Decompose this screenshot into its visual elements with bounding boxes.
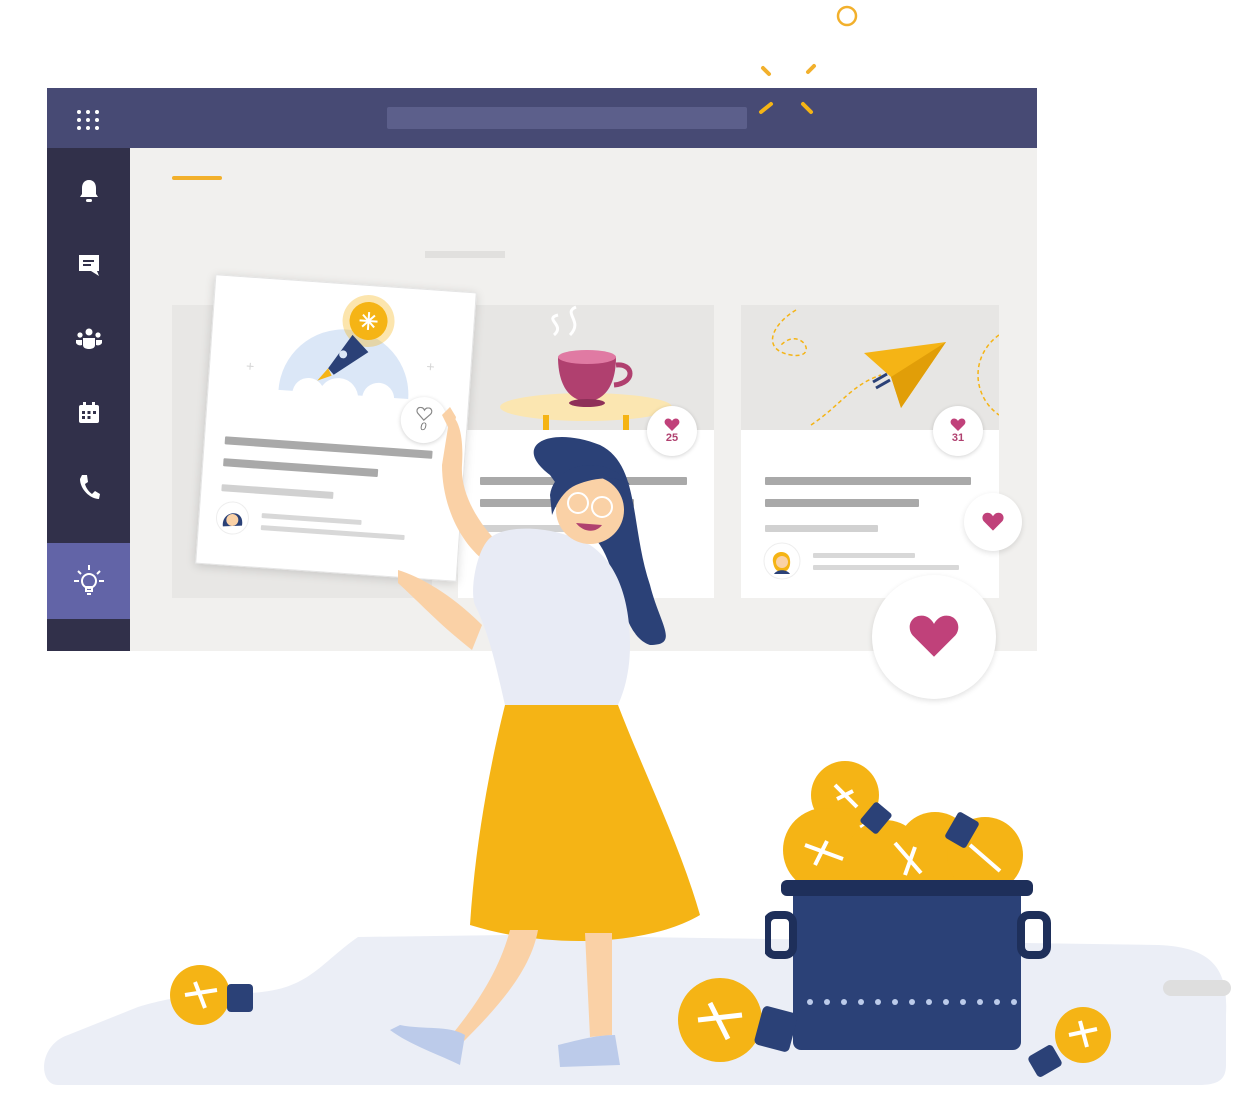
woman-illustration — [390, 407, 700, 1067]
heart-icon — [982, 512, 1004, 531]
card-text-line — [765, 525, 878, 532]
card-author-line — [813, 565, 959, 570]
sparkle-decoration: + — [245, 357, 255, 375]
card-title-line — [223, 458, 379, 478]
chat-icon — [78, 255, 99, 276]
floating-pill — [1163, 980, 1231, 996]
rail-item-teams[interactable] — [47, 301, 130, 377]
idea-pot-illustration — [765, 761, 1051, 1050]
search-bar[interactable] — [387, 107, 747, 129]
teams-icon — [75, 328, 102, 349]
like-count: 31 — [951, 432, 965, 444]
rail-item-chat[interactable] — [47, 227, 130, 303]
rail-item-activity[interactable] — [47, 153, 130, 229]
rocket-icon — [278, 295, 409, 419]
rail-item-calendar[interactable] — [47, 375, 130, 451]
avatar — [763, 542, 801, 580]
card-text-line — [221, 484, 334, 499]
phone-icon — [79, 475, 100, 499]
rail-item-calls[interactable] — [47, 449, 130, 525]
sparkle-decoration — [759, 102, 813, 114]
like-badge[interactable]: 31 — [933, 406, 983, 456]
calendar-icon — [78, 402, 99, 423]
card-author-line — [261, 513, 362, 526]
title-bar — [47, 88, 1037, 148]
active-tab-indicator — [172, 176, 222, 180]
section-heading-placeholder — [425, 251, 505, 258]
lightbulb-icon — [73, 565, 104, 595]
app-rail — [47, 148, 130, 651]
avatar — [215, 501, 249, 535]
lightbulb-illustration — [1028, 1007, 1111, 1077]
lightbulb-illustration — [678, 978, 798, 1062]
card-author-line — [813, 553, 915, 558]
floating-heart — [964, 493, 1022, 551]
app-launcher-icon[interactable] — [75, 108, 101, 132]
heart-icon — [950, 418, 966, 431]
heart-icon — [909, 615, 959, 657]
card-title-line — [765, 499, 919, 507]
floating-heart — [872, 575, 996, 699]
sparkle-decoration: + — [425, 358, 436, 375]
bell-icon — [79, 180, 98, 202]
lightbulb-illustration — [170, 965, 253, 1025]
card-title-line — [765, 477, 971, 485]
rail-item-ideas[interactable] — [47, 543, 130, 619]
